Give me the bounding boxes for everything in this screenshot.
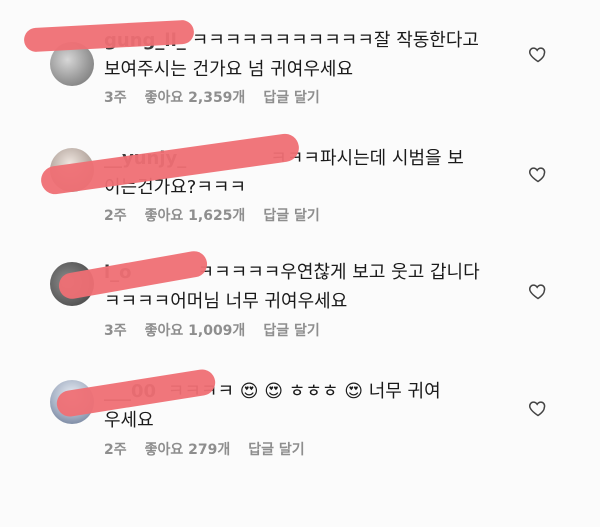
comment-time: 3주 bbox=[104, 90, 127, 106]
username[interactable]: __yunjy_ bbox=[104, 148, 186, 169]
comment-line: 이는건가요?ㅋㅋㅋ bbox=[104, 177, 247, 198]
likes-count[interactable]: 좋아요 279개 bbox=[145, 439, 231, 459]
comment-text: __yunjy_ ㅋㅋㅋ파시는데 시범을 보 이는건가요?ㅋㅋㅋ bbox=[104, 144, 464, 202]
comment-time: 2주 bbox=[104, 442, 127, 458]
heart-icon[interactable] bbox=[528, 281, 548, 301]
username[interactable]: i_o bbox=[104, 262, 132, 283]
heart-eyes-emoji: 😍 bbox=[239, 381, 259, 402]
heart-icon[interactable] bbox=[528, 44, 548, 64]
comment-line: ㅋㅋㅋㅋ어머님 너무 귀여우세요 bbox=[104, 291, 348, 312]
comment-text-part: ㅎㅎㅎ bbox=[288, 381, 339, 402]
heart-icon[interactable] bbox=[528, 398, 548, 418]
reply-button[interactable]: 답글 달기 bbox=[248, 439, 304, 459]
comment-text-part: 너무 귀여 bbox=[368, 381, 441, 402]
avatar[interactable] bbox=[50, 148, 94, 192]
reply-button[interactable]: 답글 달기 bbox=[263, 205, 319, 225]
likes-count[interactable]: 좋아요 1,009개 bbox=[145, 320, 246, 340]
comment-meta: 3주 좋아요 2,359개 답글 달기 bbox=[104, 87, 320, 107]
heart-eyes-emoji: 😍 bbox=[264, 381, 284, 402]
avatar[interactable] bbox=[50, 42, 94, 86]
comment-meta: 2주 좋아요 279개 답글 달기 bbox=[104, 439, 305, 459]
heart-icon[interactable] bbox=[528, 164, 548, 184]
comment-line: 보여주시는 건가요 넘 귀여우세요 bbox=[104, 59, 354, 80]
likes-count[interactable]: 좋아요 2,359개 bbox=[145, 87, 246, 107]
username[interactable]: ___00 bbox=[104, 381, 156, 402]
username[interactable]: gung_ll_ bbox=[104, 30, 186, 51]
comment-time: 3주 bbox=[104, 323, 127, 339]
comment-meta: 2주 좋아요 1,625개 답글 달기 bbox=[104, 205, 320, 225]
comment-text-part: ㅋㅋㅋㅋ bbox=[167, 381, 235, 402]
comment-time: 2주 bbox=[104, 208, 127, 224]
comment-meta: 3주 좋아요 1,009개 답글 달기 bbox=[104, 320, 320, 340]
comment-line: 우세요 bbox=[104, 410, 154, 431]
likes-count[interactable]: 좋아요 1,625개 bbox=[145, 205, 246, 225]
comment-line: ㅋㅋㅋ파시는데 시범을 보 bbox=[270, 148, 464, 169]
avatar[interactable] bbox=[50, 262, 94, 306]
comment-line: ㅋㅋㅋㅋㅋ우연찮게 보고 웃고 갑니다 bbox=[197, 262, 480, 283]
avatar[interactable] bbox=[50, 380, 94, 424]
comment-text: ___00 ㅋㅋㅋㅋ 😍 😍 ㅎㅎㅎ 😍 너무 귀여 우세요 bbox=[104, 377, 441, 435]
comment-text: gung_ll_ ㅋㅋㅋㅋㅋㅋㅋㅋㅋㅋㅋ잘 작동한다고 보여주시는 건가요 넘 귀… bbox=[104, 26, 479, 84]
heart-eyes-emoji: 😍 bbox=[344, 381, 363, 402]
comment-line: ㅋㅋㅋㅋㅋㅋㅋㅋㅋㅋㅋ잘 작동한다고 bbox=[191, 30, 479, 51]
comment-text: i_o ㅋㅋㅋㅋㅋ우연찮게 보고 웃고 갑니다 ㅋㅋㅋㅋ어머님 너무 귀여우세요 bbox=[104, 258, 480, 316]
reply-button[interactable]: 답글 달기 bbox=[263, 320, 319, 340]
reply-button[interactable]: 답글 달기 bbox=[263, 87, 319, 107]
